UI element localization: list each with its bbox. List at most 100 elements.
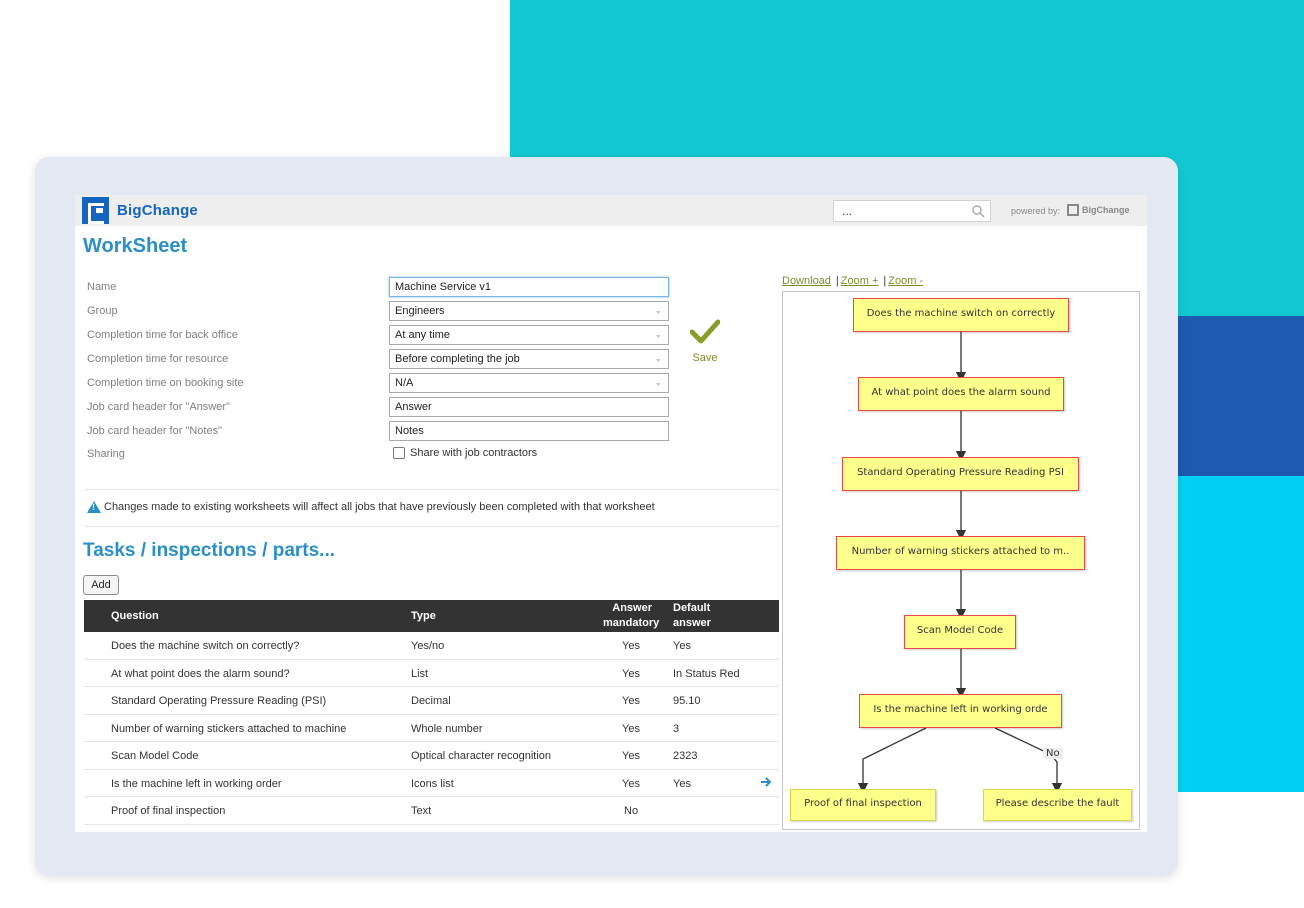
job-card-answer-value: Answer	[395, 401, 432, 413]
job-card-answer-label: Job card header for "Answer"	[87, 401, 230, 413]
cell-mandatory: No	[624, 805, 639, 817]
powered-brand: BigChange	[1082, 205, 1130, 215]
chevron-down-icon: ⌄	[654, 305, 662, 315]
cell-mandatory: Yes	[622, 695, 640, 707]
arrow-right-icon[interactable]	[760, 776, 772, 788]
table-row[interactable]: Number of warning stickers attached to m…	[84, 715, 779, 742]
cell-question: Does the machine switch on correctly?	[111, 640, 300, 652]
flow-node[interactable]: Scan Model Code	[904, 615, 1016, 649]
search-value: ...	[842, 204, 853, 218]
completion-resource-value: Before completing the job	[395, 353, 520, 365]
warning-message: Changes made to existing worksheets will…	[87, 501, 655, 513]
brand-name: BigChange	[117, 202, 198, 219]
cell-question: Standard Operating Pressure Reading (PSI…	[111, 695, 327, 707]
zoom-in-link[interactable]: Zoom +	[841, 275, 879, 287]
cell-question: At what point does the alarm sound?	[111, 667, 290, 680]
header-default-line2[interactable]: answer	[673, 617, 711, 629]
warning-icon	[87, 501, 101, 513]
job-card-notes-value: Notes	[395, 425, 424, 437]
share-checkbox-label: Share with job contractors	[410, 447, 538, 459]
job-card-answer-field[interactable]: Answer	[389, 397, 669, 417]
zoom-out-link[interactable]: Zoom -	[888, 275, 923, 287]
flow-node[interactable]: Please describe the fault	[983, 789, 1132, 821]
chevron-down-icon: ⌄	[654, 329, 662, 339]
group-label: Group	[87, 305, 118, 317]
divider	[85, 526, 779, 527]
cell-type: Text	[411, 805, 432, 817]
share-checkbox[interactable]	[393, 447, 405, 459]
job-card-notes-label: Job card header for "Notes"	[87, 425, 222, 437]
job-card-notes-field[interactable]: Notes	[389, 421, 669, 441]
branch-label: No	[1043, 748, 1063, 759]
app-window: BigChange ... powered by: BigChange Work…	[75, 195, 1147, 832]
cell-mandatory: Yes	[622, 777, 640, 790]
table-row[interactable]: At what point does the alarm sound? List…	[84, 660, 779, 687]
table-row[interactable]: Standard Operating Pressure Reading (PSI…	[84, 687, 779, 715]
flow-node[interactable]: Number of warning stickers attached to m…	[836, 536, 1085, 570]
header-type[interactable]: Type	[411, 610, 436, 622]
flowchart-panel[interactable]: Does the machine switch on correctly At …	[782, 291, 1140, 830]
save-button[interactable]: Save	[685, 319, 725, 364]
divider	[85, 489, 779, 490]
cell-default: 2323	[673, 750, 698, 762]
flow-node[interactable]: Proof of final inspection	[790, 789, 936, 821]
header-question[interactable]: Question	[111, 610, 159, 622]
warning-text: Changes made to existing worksheets will…	[104, 501, 655, 513]
group-select[interactable]: Engineers ⌄	[389, 301, 669, 321]
cell-type: Icons list	[411, 777, 454, 790]
cell-default: Yes	[673, 640, 691, 652]
background-navy-block	[1178, 316, 1304, 476]
table-header: Question Type Answer mandatory Default a…	[84, 600, 779, 632]
name-value: Machine Service v1	[395, 281, 491, 293]
cell-mandatory: Yes	[622, 640, 640, 652]
link-separator: |	[835, 275, 839, 287]
name-field[interactable]: Machine Service v1	[389, 277, 669, 297]
flow-node[interactable]: Is the machine left in working orde	[859, 694, 1062, 728]
table-row[interactable]: Proof of final inspection Text No	[84, 797, 779, 825]
save-label: Save	[692, 352, 718, 364]
header-mandatory-line1[interactable]: Answer	[612, 602, 652, 614]
cell-question: Is the machine left in working order	[111, 777, 282, 790]
bigchange-logo-icon	[82, 197, 109, 224]
search-input[interactable]: ...	[833, 200, 991, 222]
download-link[interactable]: Download	[782, 275, 831, 287]
table-row[interactable]: Does the machine switch on correctly? Ye…	[84, 632, 779, 660]
bigchange-mini-icon	[1067, 204, 1079, 216]
completion-resource-label: Completion time for resource	[87, 353, 229, 365]
header-default-line1[interactable]: Default	[673, 602, 710, 614]
cell-type: Optical character recognition	[411, 750, 552, 762]
completion-back-office-select[interactable]: At any time ⌄	[389, 325, 669, 345]
cell-default: Yes	[673, 777, 691, 790]
flow-node[interactable]: Does the machine switch on correctly	[853, 298, 1069, 332]
table-row[interactable]: Scan Model Code Optical character recogn…	[84, 742, 779, 770]
cell-default: 95.10	[673, 695, 701, 707]
name-label: Name	[87, 281, 117, 293]
completion-back-office-label: Completion time for back office	[87, 329, 238, 341]
flow-node[interactable]: Standard Operating Pressure Reading PSI	[842, 457, 1079, 491]
table-row[interactable]: Is the machine left in working order Ico…	[84, 770, 779, 797]
cell-mandatory: Yes	[622, 667, 640, 680]
cell-mandatory: Yes	[622, 722, 640, 735]
cell-type: List	[411, 667, 429, 680]
completion-booking-site-label: Completion time on booking site	[87, 377, 244, 389]
completion-booking-site-select[interactable]: N/A ⌄	[389, 373, 669, 393]
cell-question: Proof of final inspection	[111, 805, 226, 817]
cell-default: 3	[673, 722, 680, 735]
link-separator: |	[883, 275, 887, 287]
header-mandatory-line2[interactable]: mandatory	[603, 617, 659, 629]
completion-back-office-value: At any time	[395, 329, 451, 341]
cell-default: In Status Red	[673, 667, 740, 680]
cell-question: Scan Model Code	[111, 750, 199, 762]
brand-logo[interactable]: BigChange	[82, 197, 198, 224]
group-value: Engineers	[395, 305, 445, 317]
cell-type: Whole number	[411, 722, 483, 735]
chevron-down-icon: ⌄	[654, 377, 662, 387]
background-cyan-block	[1178, 476, 1304, 792]
add-button[interactable]: Add	[83, 575, 119, 595]
completion-resource-select[interactable]: Before completing the job ⌄	[389, 349, 669, 369]
cell-type: Decimal	[411, 695, 451, 707]
section-title: Tasks / inspections / parts...	[83, 540, 336, 561]
share-checkbox-row[interactable]: Share with job contractors	[393, 447, 537, 459]
flow-node[interactable]: At what point does the alarm sound	[858, 377, 1064, 411]
search-icon[interactable]	[971, 204, 985, 218]
